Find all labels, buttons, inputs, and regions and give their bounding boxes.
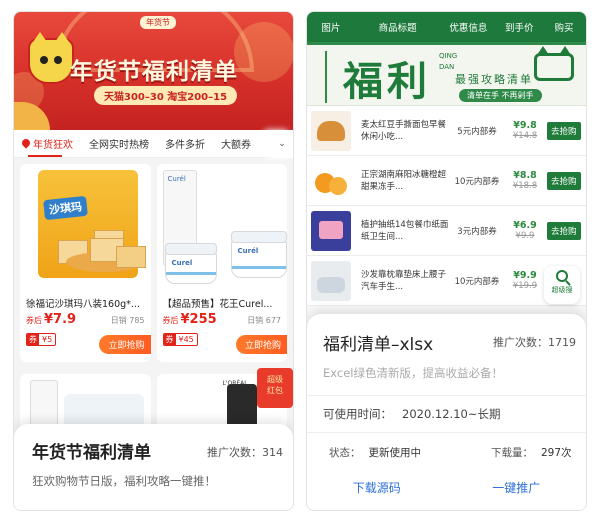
table-row[interactable]: 植护抽纸14包餐巾纸面纸卫生间... 3元内部券 ¥6.9 ¥9.9 去抢购 (307, 206, 586, 256)
product-card[interactable]: Curél Curel Curél 【超品预售】花王Curel... 券后 ¥2… (156, 164, 287, 362)
card-actions: 下载源码 一键推广 (307, 479, 586, 496)
row-original-price: ¥19.9 (512, 281, 538, 291)
daily-sales: 日销 785 (110, 316, 145, 325)
downloads: 下载量： 297次 (491, 447, 572, 459)
table-row[interactable]: 麦太红豆手撕面包早餐休闲小吃... 5元内部券 ¥9.8 ¥14.8 去抢购 (307, 106, 586, 156)
download-source-button[interactable]: 下载源码 (307, 479, 447, 496)
table-header: 图片 商品标题 优惠信息 到手价 购买 (307, 12, 586, 42)
row-title: 植护抽纸14包餐巾纸面纸卫生间... (361, 219, 449, 242)
buy-now-button[interactable]: 立即抢购 (99, 335, 151, 354)
row-original-price: ¥9.9 (515, 231, 535, 241)
active-tab-indicator (28, 155, 62, 157)
product-image: Curél Curel Curél (156, 164, 287, 294)
go-buy-button[interactable]: 去抢购 (547, 171, 581, 190)
fan-decoration (14, 102, 50, 130)
banner-lantern-decoration (234, 22, 293, 82)
product-image (311, 110, 351, 151)
product-image (311, 160, 351, 201)
row-title: 正宗湖南麻阳冰糖橙超甜果冻手... (361, 169, 447, 192)
status: 状态： 更新使用中 (329, 447, 421, 459)
daily-sales: 日销 677 (247, 316, 281, 325)
col-title: 商品标题 (378, 23, 417, 34)
go-buy-button[interactable]: 去抢购 (547, 121, 581, 140)
row-coupon: 3元内部券 (457, 226, 497, 237)
price-line: 券后 ¥7.9 日销 785 (26, 312, 145, 327)
super-search-button[interactable]: 超级搜 (544, 266, 580, 304)
one-click-promote-button[interactable]: 一键推广 (447, 479, 587, 496)
row-title: 沙发靠枕靠垫床上腰子汽车手生... (361, 269, 447, 292)
bag-logo: 沙琪玛 (43, 195, 88, 221)
row-coupon: 10元内部券 (454, 276, 500, 287)
cream-jar: Curél (230, 231, 287, 278)
fuli-banner: 福利 QING DAN 最强攻略清单 清单在手 不再剁手 (307, 42, 586, 106)
product-image (311, 210, 351, 251)
promo-count: 推广次数：314 (207, 446, 283, 459)
tab-hot-list[interactable]: 全网实时热榜 (81, 136, 157, 151)
tab-big-coupon[interactable]: 大额券 (213, 136, 259, 151)
location-pin-icon (22, 139, 30, 149)
fuli-vertical-text: QING DAN (439, 52, 458, 71)
promo-count: 推广次数：1719 (493, 336, 576, 349)
coupon-badge: 券 ¥45 (162, 333, 198, 346)
cream-jar: Curel (164, 243, 217, 284)
buy-now-button[interactable]: 立即抢购 (235, 335, 287, 354)
product-price: ¥7.9 (44, 312, 77, 327)
tab-nianhuo[interactable]: 年货狂欢 (14, 136, 81, 151)
super-red-packet-button[interactable]: 超级 红包 (257, 368, 293, 408)
row-original-price: ¥18.8 (512, 181, 538, 191)
fuli-slogan: 最强攻略清单 (455, 73, 533, 86)
tab-multi-discount[interactable]: 多件多折 (157, 136, 213, 151)
search-icon (556, 270, 568, 282)
row-price: ¥9.8 (513, 120, 537, 131)
col-image: 图片 (321, 23, 341, 34)
template-title: 年货节福利清单 (32, 443, 151, 463)
banner-badge: 年货节 (140, 16, 176, 29)
product-name: 徐福记沙琪玛八装160g*... (26, 299, 140, 310)
fuli-title: 福利 (343, 58, 431, 105)
template-description: 狂欢购物节日版，福利攻略一键推！ (32, 474, 216, 488)
col-buy: 购买 (554, 23, 574, 34)
product-grid: 沙琪玛 徐福记沙琪玛八装160g*... 券后 ¥7.9 日销 785 券 ¥5 … (14, 158, 293, 362)
template-description: Excel绿色清新版，提高收益必备！ (323, 366, 503, 380)
row-coupon: 5元内部券 (457, 126, 497, 137)
chevron-down-icon[interactable]: ⌄ (271, 130, 293, 158)
row-price: ¥9.9 (513, 270, 537, 281)
product-image (311, 260, 351, 301)
divider (307, 432, 586, 433)
template-meta: 状态： 更新使用中 下载量： 297次 (323, 445, 576, 460)
price-line: 券后 ¥255 日销 677 (162, 312, 282, 327)
left-phone-preview: 年货节 年货节福利清单 天猫300–30 淘宝200–15 年货狂欢 全网实时热… (13, 11, 294, 511)
row-price: ¥6.9 (513, 220, 537, 231)
product-image: 沙琪玛 (20, 164, 151, 294)
fuli-pill: 清单在手 不再剁手 (459, 89, 542, 102)
banner-title: 年货节福利清单 (70, 59, 238, 85)
available-time: 可使用时间： 2020.12.10~长期 (323, 407, 501, 421)
tmall-cat-icon (534, 46, 574, 81)
col-coupon: 优惠信息 (449, 23, 488, 34)
row-original-price: ¥14.8 (512, 131, 538, 141)
promo-banner[interactable]: 年货节 年货节福利清单 天猫300–30 淘宝200–15 (14, 12, 293, 130)
template-info-card: 福利清单–xlsx 推广次数：1719 Excel绿色清新版，提高收益必备！ 可… (307, 314, 586, 510)
row-title: 麦太红豆手撕面包早餐休闲小吃... (361, 119, 447, 142)
row-price: ¥8.8 (513, 170, 537, 181)
product-price: ¥255 (180, 312, 217, 327)
product-name: 【超品预售】花王Curel... (162, 299, 273, 310)
banner-subtitle: 天猫300–30 淘宝200–15 (94, 86, 238, 105)
divider (307, 395, 586, 396)
coupon-badge: 券 ¥5 (26, 333, 57, 346)
go-buy-button[interactable]: 去抢购 (547, 221, 581, 240)
row-coupon: 10元内部券 (454, 176, 500, 187)
product-card[interactable]: 沙琪玛 徐福记沙琪玛八装160g*... 券后 ¥7.9 日销 785 券 ¥5 … (20, 164, 151, 362)
table-row[interactable]: 正宗湖南麻阳冰糖橙超甜果冻手... 10元内部券 ¥8.8 ¥18.8 去抢购 (307, 156, 586, 206)
tmall-cat-icon (28, 32, 74, 84)
template-info-card: 年货节福利清单 推广次数：314 狂欢购物节日版，福利攻略一键推！ (14, 424, 293, 510)
category-tabs: 年货狂欢 全网实时热榜 多件多折 大额券 ⌄ (14, 130, 293, 158)
right-phone-preview: 图片 商品标题 优惠信息 到手价 购买 福利 QING DAN 最强攻略清单 清… (306, 11, 587, 511)
col-price: 到手价 (504, 23, 534, 34)
